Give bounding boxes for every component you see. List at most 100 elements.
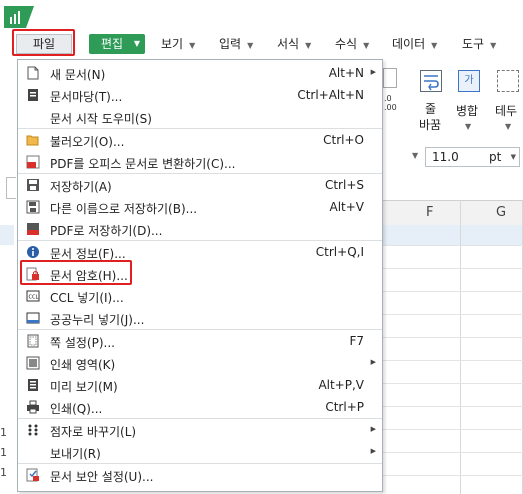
tab-formula-label: 수식 (335, 37, 358, 51)
grid-line (383, 291, 523, 292)
grid-line (383, 406, 523, 407)
chevron-down-icon: ▼ (431, 41, 438, 50)
font-size-value: 11.0 (432, 150, 459, 164)
grid-line (383, 452, 523, 453)
tab-view-label: 보기 (161, 37, 184, 51)
column-header-g[interactable]: G (496, 205, 506, 220)
menu-item-security-settings[interactable]: 문서 보안 설정(U)... (18, 464, 382, 486)
chevron-down-icon[interactable]: ▼ (505, 122, 511, 131)
submenu-arrow-icon: ▶ (370, 447, 376, 455)
chevron-down-icon[interactable]: ▼ (465, 122, 471, 131)
menubar: 파일 편집 ▼ 보기 ▼ 입력 ▼ 서식 ▼ 수식 ▼ 데이터 ▼ 도구 ▼ (0, 30, 523, 60)
tab-view[interactable]: 보기 ▼ (161, 34, 195, 54)
menu-item-print-preview[interactable]: 미리 보기(M) Alt+P,V (18, 374, 382, 396)
menu-item-shortcut: Ctrl+O (323, 133, 364, 147)
menu-item-open[interactable]: 불러오기(O)... Ctrl+O (18, 129, 382, 151)
menu-item-print[interactable]: 인쇄(Q)... Ctrl+P (18, 396, 382, 418)
menu-item-label: CCL 넣기(I)... (50, 291, 124, 305)
menu-item-start-wizard[interactable]: 문서 시작 도우미(S) (18, 106, 382, 128)
column-header-f[interactable]: F (426, 205, 433, 220)
menu-item-shortcut: Alt+P,V (318, 378, 364, 392)
name-box-edge[interactable] (6, 177, 16, 199)
font-size-field[interactable]: 11.0 pt ▼ (425, 147, 520, 167)
menu-item-save-as[interactable]: 다른 이름으로 저장하기(B)... Alt+V (18, 196, 382, 218)
row-header[interactable]: 1 (0, 446, 14, 459)
pdf-convert-icon (26, 155, 40, 169)
wrap-text-icon[interactable] (420, 70, 442, 92)
menu-item-shortcut: F7 (349, 334, 364, 348)
menu-item-label: 문서마당(T)... (50, 90, 123, 104)
merge-label: 병합 (456, 104, 479, 118)
menu-item-new-document[interactable]: 새 문서(N) Alt+N ▶ (18, 62, 382, 84)
chevron-down-icon: ▼ (490, 41, 497, 50)
pdf-save-icon (26, 222, 40, 236)
tab-tools[interactable]: 도구 ▼ (462, 34, 496, 54)
tab-insert[interactable]: 입력 ▼ (219, 34, 253, 54)
chevron-down-icon: ▼ (189, 41, 196, 50)
font-name-dropdown-arrow[interactable]: ▼ (412, 151, 418, 160)
menu-item-label: PDF를 오피스 문서로 변환하기(C)... (50, 157, 236, 171)
wrap-text-label-1: 줄 (425, 102, 437, 116)
chevron-down-icon: ▼ (363, 41, 370, 50)
submenu-arrow-icon: ▶ (370, 358, 376, 366)
menu-item-label: 미리 보기(M) (50, 380, 118, 394)
grid-line (383, 475, 523, 476)
menu-item-label: 인쇄(Q)... (50, 402, 103, 416)
wrap-text-label-2: 바꿈 (419, 118, 442, 132)
open-license-icon (26, 311, 40, 325)
tab-data[interactable]: 데이터 ▼ (392, 34, 437, 54)
column-header-row: F G (383, 200, 523, 226)
menu-item-page-setup[interactable]: 쪽 설정(P)... F7 (18, 330, 382, 352)
border-icon[interactable] (497, 70, 519, 92)
merge-cells-icon[interactable]: 가 (458, 70, 480, 92)
chevron-down-icon[interactable]: ▼ (511, 153, 516, 161)
tab-edit-label: 편집 (101, 37, 124, 51)
decimal-icon[interactable]: .0.00 (384, 94, 397, 112)
info-icon (26, 245, 40, 259)
new-doc-icon (26, 66, 40, 80)
menu-item-shortcut: Ctrl+S (324, 178, 364, 192)
grid-line (383, 429, 523, 430)
menu-item-shortcut: Ctrl+P (325, 400, 364, 414)
row-header[interactable]: 1 (0, 466, 14, 479)
menu-item-shortcut: Ctrl+Q,I (315, 245, 364, 259)
menu-item-label: PDF로 저장하기(D)... (50, 224, 163, 238)
folder-open-icon (26, 133, 40, 147)
menu-item-pdf-convert[interactable]: PDF를 오피스 문서로 변환하기(C)... (18, 151, 382, 173)
app-logo (4, 6, 34, 28)
menu-item-save-pdf[interactable]: PDF로 저장하기(D)... (18, 218, 382, 240)
menu-item-label: 저장하기(A) (50, 180, 112, 194)
chevron-down-icon: ▼ (247, 41, 254, 50)
print-area-icon (26, 356, 40, 370)
braille-icon (26, 423, 40, 437)
menu-item-label: 점자로 바꾸기(L) (50, 425, 137, 439)
tab-format-label: 서식 (277, 37, 300, 51)
tab-tools-label: 도구 (462, 37, 485, 51)
tab-edit[interactable]: 편집 ▼ (89, 34, 145, 54)
menu-item-label: 새 문서(N) (50, 68, 106, 82)
menu-item-braille[interactable]: 점자로 바꾸기(L) ▶ (18, 419, 382, 441)
menu-item-open-license[interactable]: 공공누리 넣기(J)... (18, 307, 382, 329)
menu-item-ccl[interactable]: CCL CCL 넣기(I)... (18, 285, 382, 307)
menu-item-save[interactable]: 저장하기(A) Ctrl+S (18, 174, 382, 196)
svg-text:CCL: CCL (29, 295, 39, 301)
menu-item-shortcut: Ctrl+Alt+N (297, 88, 364, 102)
ccl-icon: CCL (26, 289, 40, 303)
chevron-down-icon: ▼ (133, 39, 140, 48)
tab-format[interactable]: 서식 ▼ (277, 34, 311, 54)
menu-item-label: 다른 이름으로 저장하기(B)... (50, 202, 198, 216)
menu-item-document-yard[interactable]: 문서마당(T)... Ctrl+Alt+N (18, 84, 382, 106)
row-header[interactable]: 1 (0, 426, 14, 439)
submenu-arrow-icon: ▶ (370, 425, 376, 433)
menu-item-send[interactable]: 보내기(R) ▶ (18, 441, 382, 463)
page-setup-icon (26, 334, 40, 348)
grid-line (383, 314, 523, 315)
menu-item-shortcut: Alt+N (328, 66, 364, 80)
format-dropdown[interactable] (383, 68, 397, 88)
print-icon (26, 400, 40, 414)
menu-item-print-area[interactable]: 인쇄 영역(K) ▶ (18, 352, 382, 374)
grid-line (383, 383, 523, 384)
tab-formula[interactable]: 수식 ▼ (335, 34, 369, 54)
menu-item-label: 공공누리 넣기(J)... (50, 313, 145, 327)
menu-item-label: 문서 시작 도우미(S) (50, 112, 152, 126)
